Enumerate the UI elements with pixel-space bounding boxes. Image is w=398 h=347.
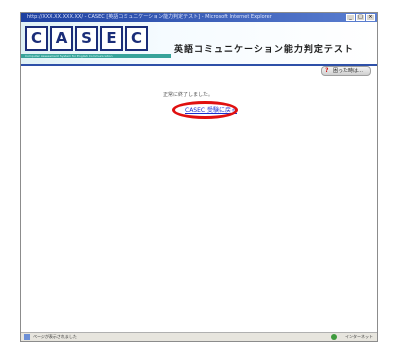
logo-letter: C [25,26,48,51]
status-message: 正常に終了しました。 [163,92,214,98]
logo-subtitle: Computer Assessment System for English C… [25,54,113,58]
window-title: http://XXX.XX.XXX.XX/ - CASEC [英語コミュニケーシ… [27,14,272,20]
title-bar[interactable]: http://XXX.XX.XXX.XX/ - CASEC [英語コミュニケーシ… [21,13,377,22]
maximize-button[interactable]: □ [356,14,365,21]
help-button[interactable]: ? 困った時は… [321,66,371,76]
question-icon: ? [325,67,329,74]
page-icon [24,334,30,340]
security-zone: インターネット [345,334,373,339]
highlight-circle [172,101,238,119]
status-bar: ページが表示されました インターネット [21,332,377,341]
minimize-button[interactable]: _ [346,14,355,21]
status-text: ページが表示されました [33,334,77,339]
help-button-label: 困った時は… [333,68,364,74]
page-title: 英語コミュニケーション能力判定テスト [174,45,354,55]
casec-logo: C A S E C [25,26,148,51]
logo-letter: C [125,26,148,51]
logo-letter: E [100,26,123,51]
close-button[interactable]: × [366,14,375,21]
logo-letter: S [75,26,98,51]
browser-window: http://XXX.XX.XXX.XX/ - CASEC [英語コミュニケーシ… [20,12,378,342]
internet-zone-icon [331,334,337,340]
page-header: C A S E C Computer Assessment System for… [21,22,377,64]
logo-letter: A [50,26,73,51]
window-controls: _ □ × [346,14,375,21]
